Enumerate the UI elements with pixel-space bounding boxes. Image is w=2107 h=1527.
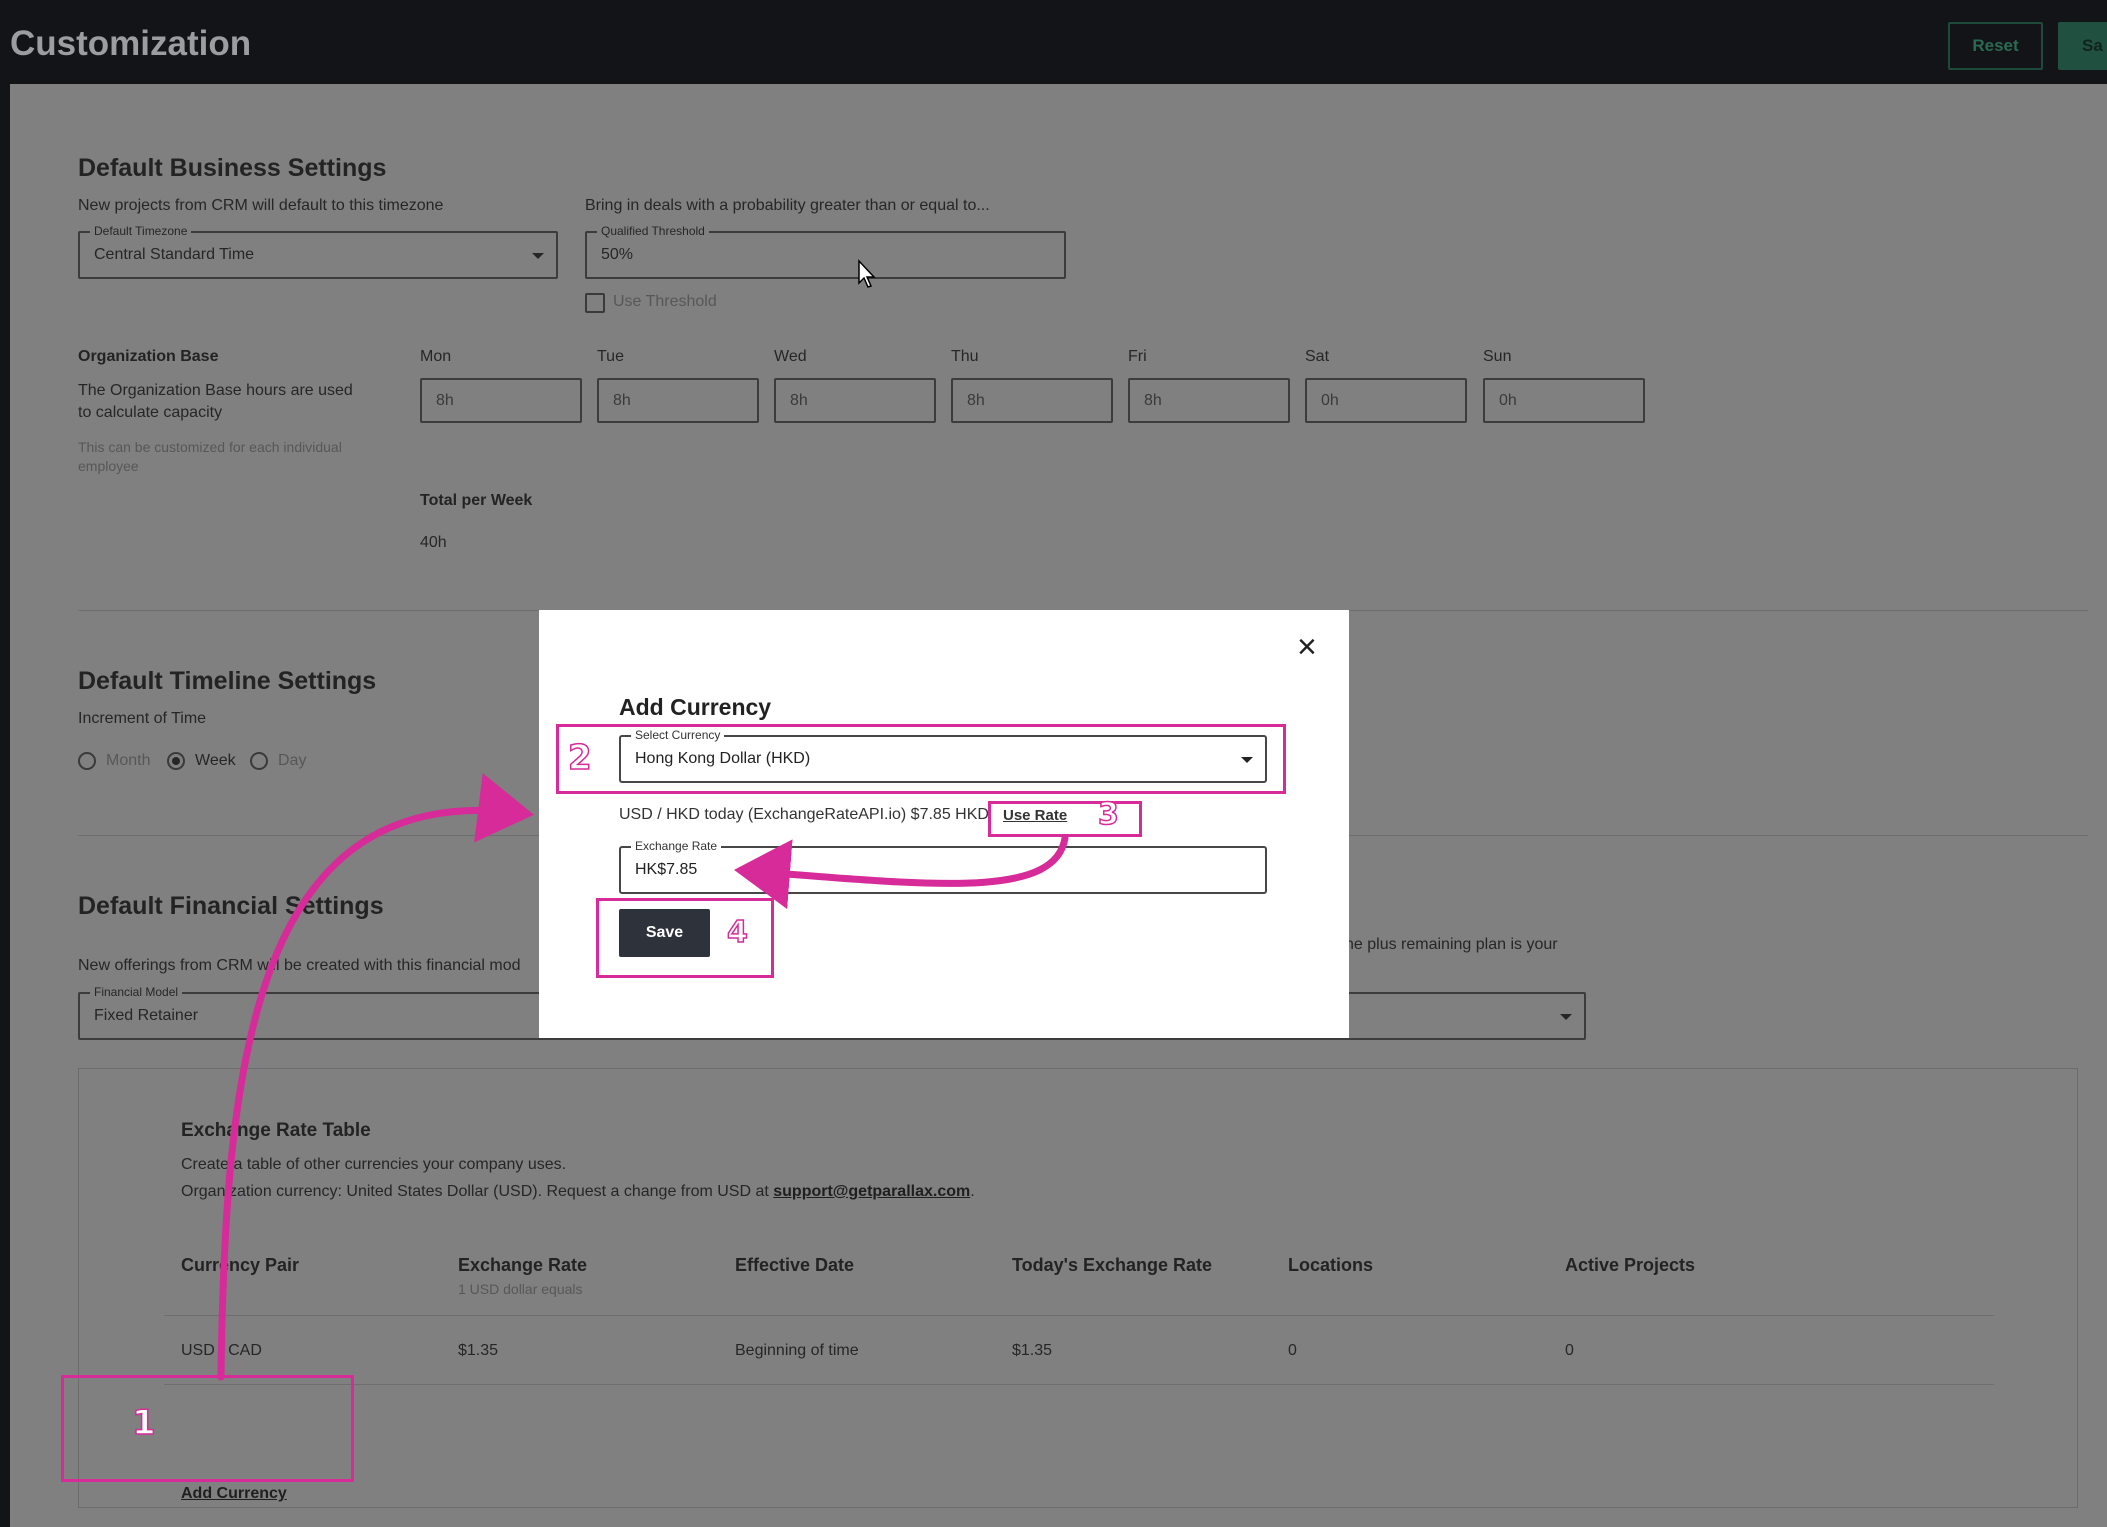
arrow-1-to-2: [217, 773, 534, 1381]
arrow-3-to-rate: [734, 834, 1069, 910]
annotation-arrows: [217, 773, 1069, 1381]
